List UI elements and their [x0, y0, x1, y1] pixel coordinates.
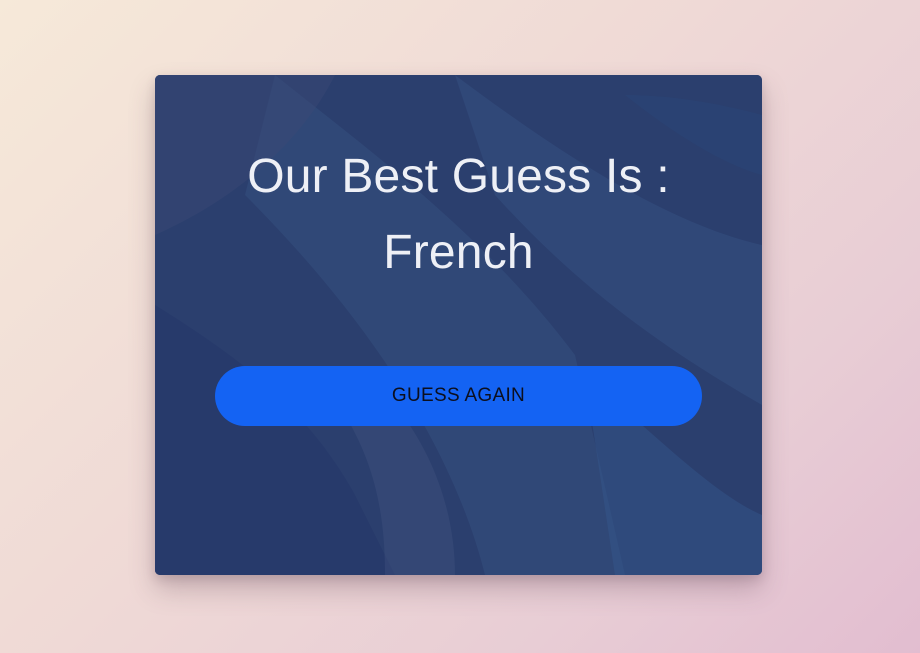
result-heading: Our Best Guess Is : — [247, 150, 670, 203]
card-content: Our Best Guess Is : French GUESS AGAIN — [155, 75, 762, 575]
guess-again-button[interactable]: GUESS AGAIN — [215, 366, 702, 426]
result-language: French — [383, 226, 534, 279]
result-card: Our Best Guess Is : French GUESS AGAIN — [155, 75, 762, 575]
result-title: Our Best Guess Is : French — [155, 139, 762, 291]
